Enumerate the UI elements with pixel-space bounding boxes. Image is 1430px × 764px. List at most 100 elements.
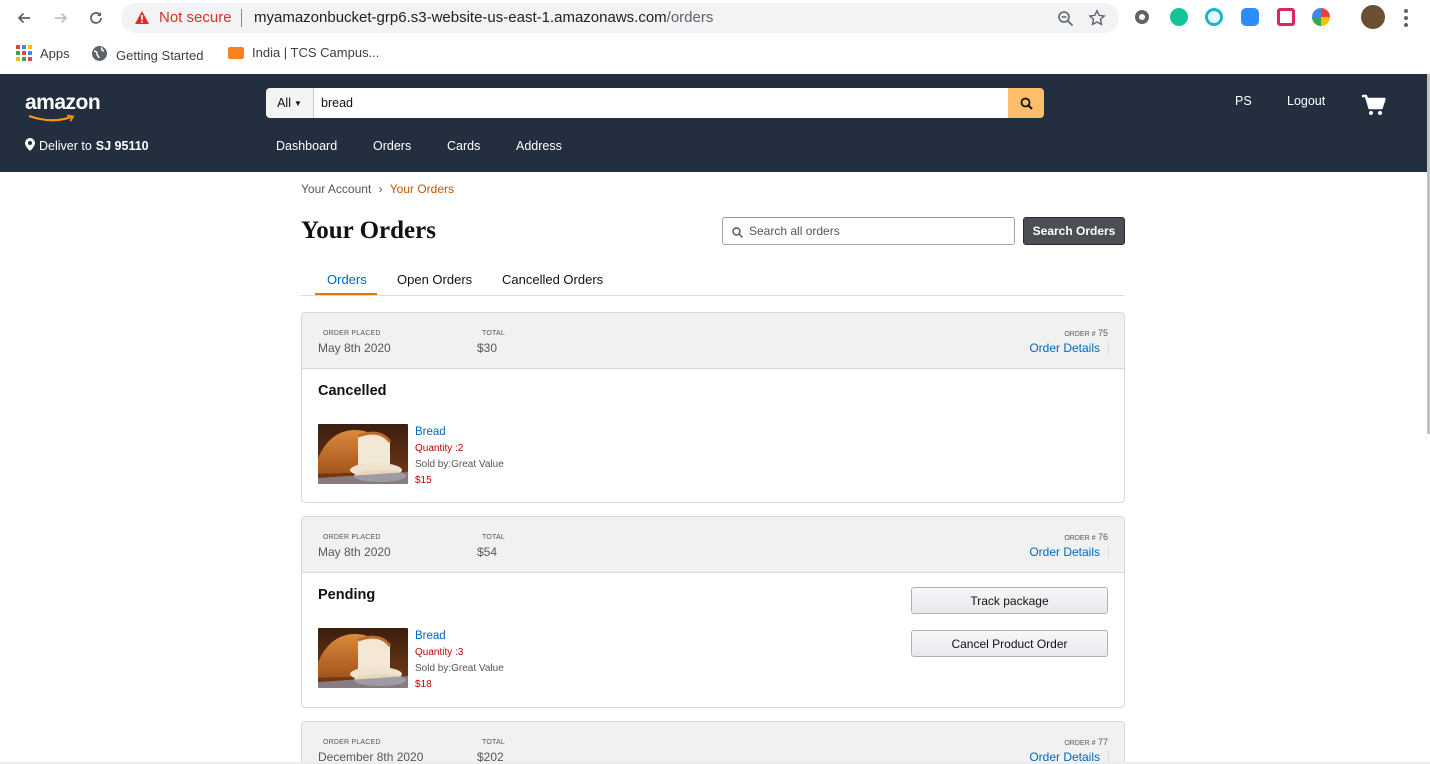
track-package-button[interactable]: Track package	[911, 587, 1108, 614]
site-search-input[interactable]	[314, 88, 1008, 118]
search-orders-button[interactable]: Search Orders	[1023, 217, 1125, 245]
back-icon[interactable]	[12, 6, 36, 30]
zoom-icon[interactable]	[1055, 8, 1075, 28]
product-price: $15	[415, 475, 432, 486]
globe-icon	[91, 45, 108, 65]
logout-link[interactable]: Logout	[1287, 94, 1325, 108]
order-total-label: TOTAL	[482, 534, 505, 541]
search-category-label: All	[277, 96, 291, 110]
address-bar[interactable]: Not secure myamazonbucket-grp6.s3-websit…	[121, 3, 1119, 33]
amazon-smile-icon	[28, 114, 75, 122]
order-header: ORDER PLACED May 8th 2020 TOTAL $30 ORDE…	[302, 313, 1124, 369]
caret-down-icon: ▼	[293, 98, 302, 108]
grammarly-icon[interactable]	[1170, 8, 1188, 26]
breadcrumb-separator: ›	[378, 182, 383, 196]
order-number-value: 75	[1097, 328, 1108, 338]
bookmarks-bar: Apps Getting Started India | TCS Campus.…	[0, 36, 1430, 73]
bookmark-getting-started[interactable]: Getting Started	[91, 45, 203, 65]
order-total-label: TOTAL	[482, 330, 505, 337]
apps-grid-icon	[16, 45, 32, 61]
order-number-label: ORDER #	[1064, 535, 1096, 542]
color-extension-icon[interactable]	[1312, 8, 1330, 26]
site-header: amazon Deliver to SJ 95110 All ▼ PS Logo…	[0, 74, 1427, 172]
divider	[241, 9, 242, 27]
product-price: $18	[415, 679, 432, 690]
profile-avatar[interactable]	[1361, 5, 1385, 29]
nav-orders[interactable]: Orders	[373, 139, 411, 153]
order-details-link[interactable]: Order Details	[1029, 545, 1100, 559]
order-card: ORDER PLACED December 8th 2020 TOTAL $20…	[301, 721, 1125, 764]
cancel-product-order-button[interactable]: Cancel Product Order	[911, 630, 1108, 657]
url-text[interactable]: myamazonbucket-grp6.s3-website-us-east-1…	[254, 9, 713, 26]
order-header: ORDER PLACED May 8th 2020 TOTAL $54 ORDE…	[302, 517, 1124, 573]
order-placed-date: May 8th 2020	[318, 341, 391, 355]
order-total-value: $54	[477, 545, 498, 559]
order-placed-label: ORDER PLACED	[323, 739, 381, 746]
tab-cancelled-orders[interactable]: Cancelled Orders	[502, 272, 603, 287]
product-link[interactable]: Bread	[415, 630, 446, 642]
tab-open-orders[interactable]: Open Orders	[397, 272, 472, 287]
order-total-label: TOTAL	[482, 739, 505, 746]
breadcrumb-your-account[interactable]: Your Account	[301, 182, 371, 196]
product-quantity: Quantity :3	[415, 647, 464, 658]
order-status: Pending	[318, 587, 376, 603]
bookmark-tcs-campus[interactable]: India | TCS Campus...	[228, 45, 379, 60]
site-search: All ▼	[266, 88, 1044, 118]
order-status: Cancelled	[318, 383, 387, 399]
breadcrumb-current[interactable]: Your Orders	[390, 182, 454, 196]
deliver-prefix: Deliver to	[39, 139, 92, 153]
order-number: ORDER # 76	[1064, 532, 1108, 542]
nav-address[interactable]: Address	[516, 139, 562, 153]
page-title: Your Orders	[301, 217, 436, 244]
pocket-icon[interactable]	[1277, 8, 1295, 26]
divider	[1108, 341, 1109, 355]
cart-icon[interactable]	[1362, 94, 1386, 121]
search-submit-button[interactable]	[1008, 88, 1044, 118]
location-pin-icon	[25, 138, 35, 154]
extension-circle-icon[interactable]	[1135, 10, 1149, 24]
search-icon	[732, 225, 743, 243]
product-quantity: Quantity :2	[415, 443, 464, 454]
zoom-extension-icon[interactable]	[1241, 8, 1259, 26]
deliver-location[interactable]: Deliver to SJ 95110	[25, 138, 149, 154]
extension-target-icon[interactable]	[1205, 8, 1223, 26]
nav-cards[interactable]: Cards	[447, 139, 480, 153]
product-link[interactable]: Bread	[415, 426, 446, 438]
product-image-bread[interactable]	[318, 628, 408, 688]
forward-icon[interactable]	[49, 6, 73, 30]
browser-toolbar: Not secure myamazonbucket-grp6.s3-websit…	[0, 0, 1430, 36]
order-header: ORDER PLACED December 8th 2020 TOTAL $20…	[302, 722, 1124, 764]
reload-icon[interactable]	[84, 6, 108, 30]
orders-search-input[interactable]	[749, 220, 1009, 242]
nav-dashboard[interactable]: Dashboard	[276, 139, 337, 153]
bookmark-label: Apps	[40, 45, 70, 61]
order-number: ORDER # 75	[1064, 328, 1108, 338]
deliver-location-value: SJ 95110	[95, 139, 149, 153]
amazon-logo[interactable]: amazon	[25, 91, 101, 115]
url-host: myamazonbucket-grp6.s3-website-us-east-1…	[254, 9, 667, 26]
menu-dots-icon[interactable]	[1404, 9, 1408, 27]
product-seller: Sold by:Great Value	[415, 663, 504, 674]
product-seller: Sold by:Great Value	[415, 459, 504, 470]
tab-orders[interactable]: Orders	[327, 272, 367, 287]
search-category-dropdown[interactable]: All ▼	[266, 88, 314, 118]
bookmark-apps[interactable]: Apps	[16, 45, 70, 61]
user-initials[interactable]: PS	[1235, 94, 1252, 108]
order-number-value: 76	[1097, 532, 1108, 542]
order-number-label: ORDER #	[1064, 740, 1096, 747]
orders-search-box	[722, 217, 1015, 245]
order-placed-date: May 8th 2020	[318, 545, 391, 559]
orders-tabs: Orders Open Orders Cancelled Orders	[301, 265, 1125, 296]
breadcrumb: Your Account › Your Orders	[301, 182, 454, 196]
product-image-bread[interactable]	[318, 424, 408, 484]
order-placed-label: ORDER PLACED	[323, 330, 381, 337]
order-details-link[interactable]: Order Details	[1029, 341, 1100, 355]
order-number-label: ORDER #	[1064, 331, 1096, 338]
order-card: ORDER PLACED May 8th 2020 TOTAL $54 ORDE…	[301, 516, 1125, 708]
not-secure-label[interactable]: Not secure	[159, 9, 232, 26]
order-card: ORDER PLACED May 8th 2020 TOTAL $30 ORDE…	[301, 312, 1125, 503]
order-total-value: $30	[477, 341, 498, 355]
order-placed-label: ORDER PLACED	[323, 534, 381, 541]
bookmark-star-icon[interactable]	[1087, 8, 1107, 28]
divider	[1108, 545, 1109, 559]
